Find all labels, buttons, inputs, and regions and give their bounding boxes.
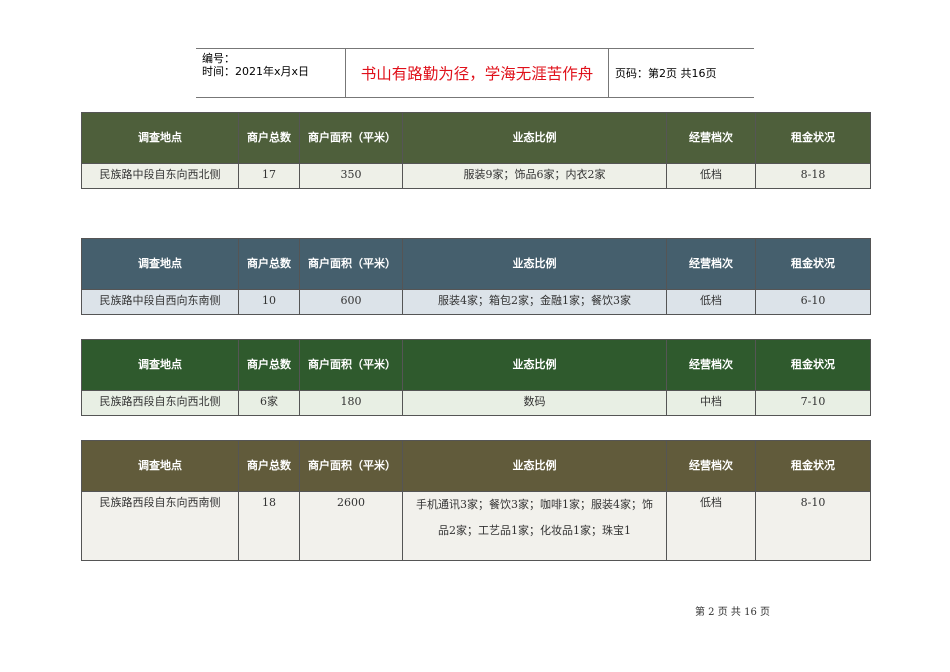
table-cell: 低档 [666, 163, 756, 189]
table-cell: 中档 [666, 390, 756, 416]
table-cell: 民族路中段自东向西北侧 [81, 163, 239, 189]
column-header: 调查地点 [81, 339, 239, 391]
column-header: 商户面积（平米） [299, 440, 403, 492]
page-header: 编号： 时间：2021年x月x日 书山有路勤为径，学海无涯苦作舟 页码：第2页 共… [196, 48, 754, 98]
column-header: 调查地点 [81, 238, 239, 290]
table-cell: 8-18 [755, 163, 871, 189]
motto: 书山有路勤为径，学海无涯苦作舟 [346, 49, 609, 97]
table-cell: 民族路西段自东向西南侧 [81, 491, 239, 561]
date-label: 时间：2021年x月x日 [202, 65, 310, 78]
table-cell: 8-10 [755, 491, 871, 561]
table-cell: 18 [238, 491, 300, 561]
column-header: 商户总数 [238, 339, 300, 391]
column-header: 调查地点 [81, 112, 239, 164]
header-meta: 编号： 时间：2021年x月x日 [196, 49, 346, 97]
column-header: 租金状况 [755, 238, 871, 290]
column-header: 业态比例 [402, 339, 667, 391]
table-header-row: 调查地点 商户总数 商户面积（平米） 业态比例 经营档次 租金状况 [81, 339, 871, 391]
column-header: 租金状况 [755, 440, 871, 492]
table-header-row: 调查地点 商户总数 商户面积（平米） 业态比例 经营档次 租金状况 [81, 112, 871, 164]
table-cell: 350 [299, 163, 403, 189]
table-cell: 6家 [238, 390, 300, 416]
column-header: 商户面积（平米） [299, 112, 403, 164]
table-cell: 低档 [666, 289, 756, 315]
table-cell: 7-10 [755, 390, 871, 416]
survey-table: 调查地点 商户总数 商户面积（平米） 业态比例 经营档次 租金状况 民族路西段自东向西北侧 6… [81, 339, 871, 416]
table-header-row: 调查地点 商户总数 商户面积（平米） 业态比例 经营档次 租金状况 [81, 238, 871, 290]
column-header: 经营档次 [666, 440, 756, 492]
table-row: 民族路中段自东向西北侧 17 350 服装9家；饰品6家；内衣2家 低档 8-18 [81, 163, 871, 189]
column-header: 经营档次 [666, 339, 756, 391]
table-cell: 民族路中段自西向东南侧 [81, 289, 239, 315]
column-header: 租金状况 [755, 339, 871, 391]
column-header: 商户总数 [238, 238, 300, 290]
table-cell: 手机通讯3家；餐饮3家；咖啡1家；服装4家；饰品2家；工艺品1家；化妆品1家；珠… [402, 491, 667, 561]
column-header: 商户面积（平米） [299, 339, 403, 391]
table-row: 民族路西段自东向西南侧 18 2600 手机通讯3家；餐饮3家；咖啡1家；服装4家；饰… [81, 491, 871, 561]
page-number: 页码：第2页 共16页 [615, 67, 717, 80]
table-cell: 民族路西段自东向西北侧 [81, 390, 239, 416]
table-cell: 低档 [666, 491, 756, 561]
column-header: 调查地点 [81, 440, 239, 492]
code-label: 编号： [202, 52, 235, 65]
table-cell: 服装4家；箱包2家；金融1家；餐饮3家 [402, 289, 667, 315]
table-cell: 6-10 [755, 289, 871, 315]
table-cell: 2600 [299, 491, 403, 561]
column-header: 业态比例 [402, 238, 667, 290]
table-cell: 180 [299, 390, 403, 416]
footer-page-number: 第 2 页 共 16 页 [695, 607, 770, 618]
table-row: 民族路中段自西向东南侧 10 600 服装4家；箱包2家；金融1家；餐饮3家 低档 6-1… [81, 289, 871, 315]
survey-table: 调查地点 商户总数 商户面积（平米） 业态比例 经营档次 租金状况 民族路西段自东向西南侧 1… [81, 440, 871, 561]
table-cell: 10 [238, 289, 300, 315]
column-header: 租金状况 [755, 112, 871, 164]
column-header: 商户总数 [238, 440, 300, 492]
column-header: 业态比例 [402, 112, 667, 164]
table-row: 民族路西段自东向西北侧 6家 180 数码 中档 7-10 [81, 390, 871, 416]
column-header: 经营档次 [666, 112, 756, 164]
table-cell: 17 [238, 163, 300, 189]
column-header: 商户面积（平米） [299, 238, 403, 290]
column-header: 商户总数 [238, 112, 300, 164]
column-header: 业态比例 [402, 440, 667, 492]
survey-table: 调查地点 商户总数 商户面积（平米） 业态比例 经营档次 租金状况 民族路中段自东向西北侧 1… [81, 112, 871, 189]
survey-table: 调查地点 商户总数 商户面积（平米） 业态比例 经营档次 租金状况 民族路中段自西向东南侧 1… [81, 238, 871, 315]
table-cell: 600 [299, 289, 403, 315]
table-cell: 数码 [402, 390, 667, 416]
column-header: 经营档次 [666, 238, 756, 290]
table-header-row: 调查地点 商户总数 商户面积（平米） 业态比例 经营档次 租金状况 [81, 440, 871, 492]
table-cell: 服装9家；饰品6家；内衣2家 [402, 163, 667, 189]
